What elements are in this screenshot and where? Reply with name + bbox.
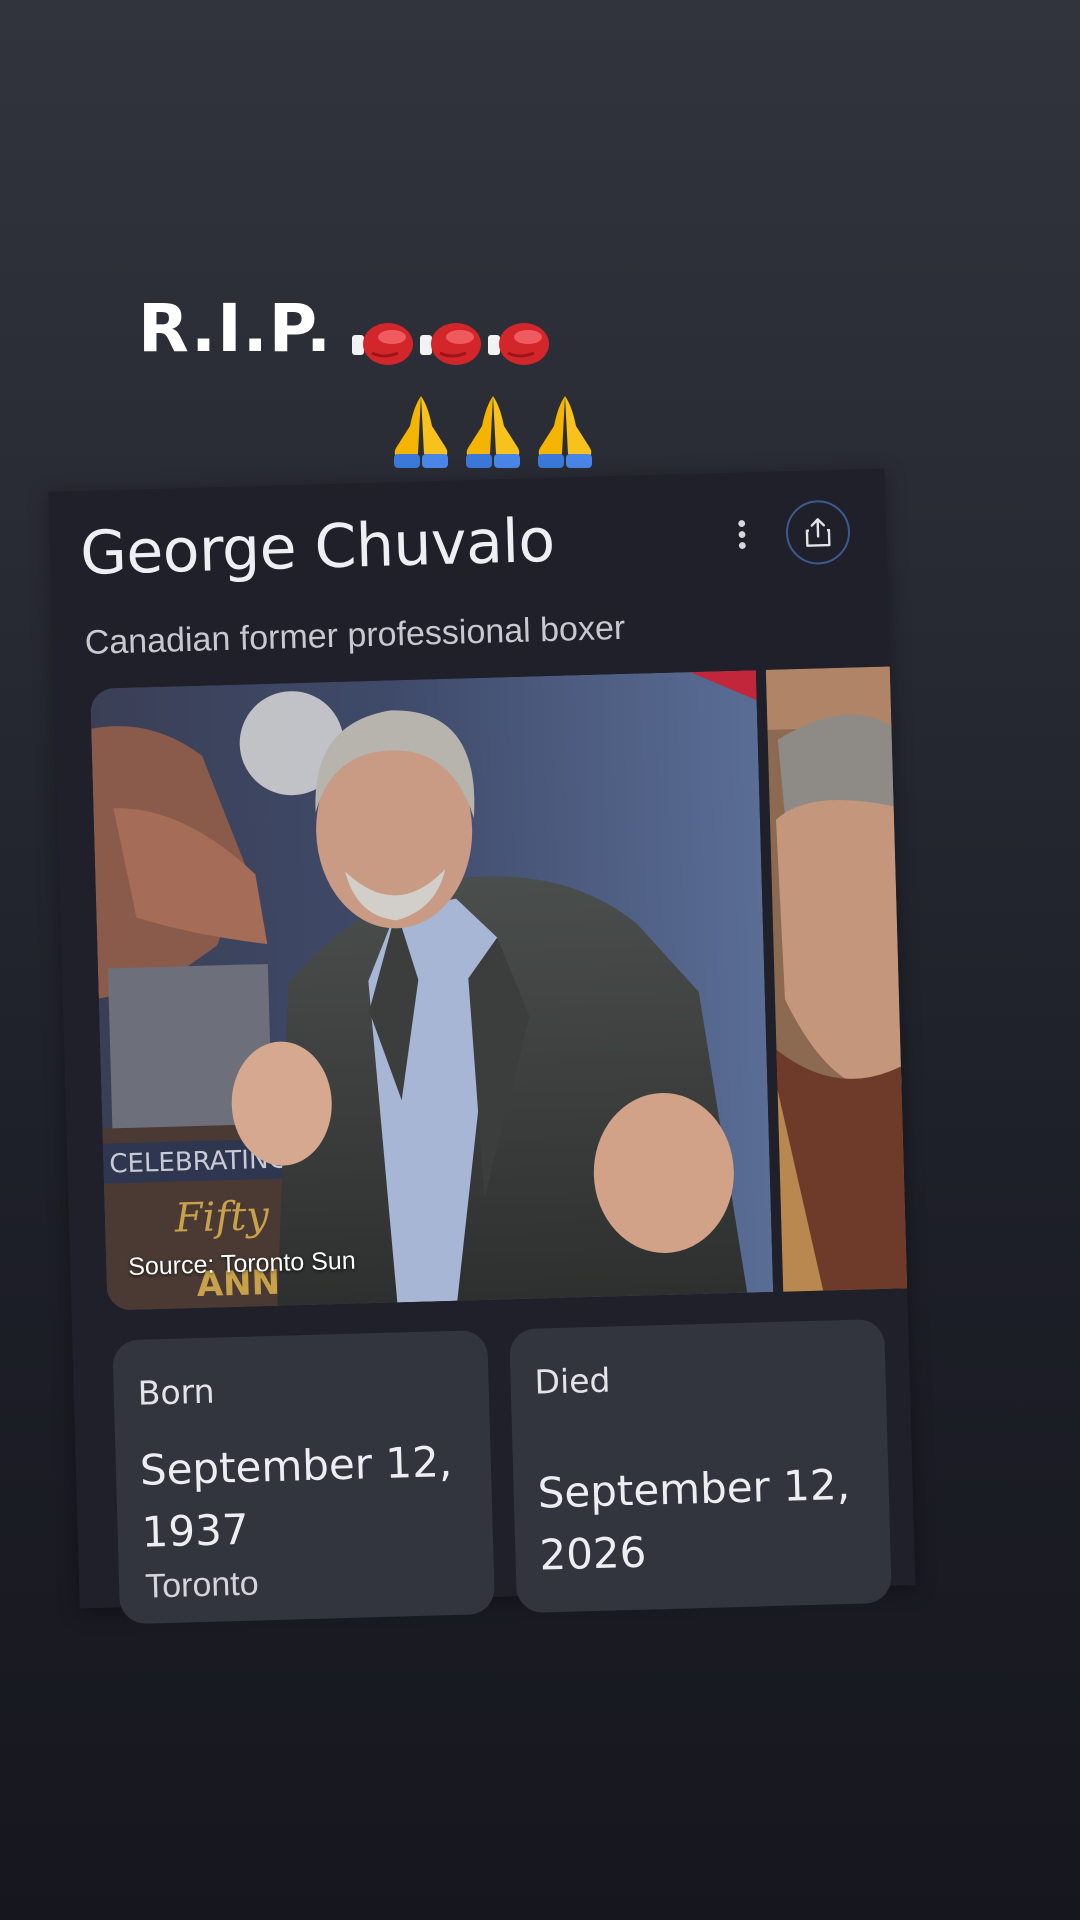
folded-hands-icon: [532, 392, 598, 470]
folded-hands-icon: [460, 392, 526, 470]
died-label: Died: [534, 1360, 611, 1402]
svg-text:Fifty: Fifty: [173, 1193, 271, 1242]
born-place: Toronto: [144, 1564, 260, 1606]
share-icon: [805, 518, 831, 547]
born-date: September 12, 1937: [139, 1437, 453, 1557]
rip-caption: R.I.P.: [138, 290, 550, 367]
more-options-button[interactable]: [719, 502, 765, 567]
boxer-photo-image-2: [765, 666, 908, 1292]
boxing-glove-icon: [486, 306, 550, 365]
knowledge-panel-card: George Chuvalo Canadian former professio…: [48, 468, 916, 1625]
person-description: Canadian former professional boxer: [84, 608, 626, 662]
died-date: September 12, 2026: [537, 1459, 851, 1580]
born-label: Born: [137, 1371, 216, 1413]
folded-hands-icon: [388, 392, 454, 470]
boxing-gloves-emoji-row: [350, 306, 550, 365]
boxer-photo-image: CELEBRATING Fifty ANNIVERS: [90, 670, 774, 1311]
boxing-glove-icon: [350, 306, 414, 365]
share-button[interactable]: [785, 499, 851, 566]
more-vertical-icon: [738, 520, 746, 549]
rip-caption-text: R.I.P.: [138, 290, 333, 367]
died-info-tile[interactable]: Died September 12, 2026: [509, 1318, 892, 1614]
folded-hands-emoji-row: [388, 392, 598, 470]
person-name-title: George Chuvalo: [79, 505, 556, 590]
born-info-tile[interactable]: Born September 12, 1937 Toronto: [112, 1329, 496, 1625]
person-photo-secondary[interactable]: [765, 666, 908, 1292]
boxing-glove-icon: [418, 306, 482, 365]
person-photo-main[interactable]: CELEBRATING Fifty ANNIVERS Source: Toron…: [90, 670, 774, 1311]
